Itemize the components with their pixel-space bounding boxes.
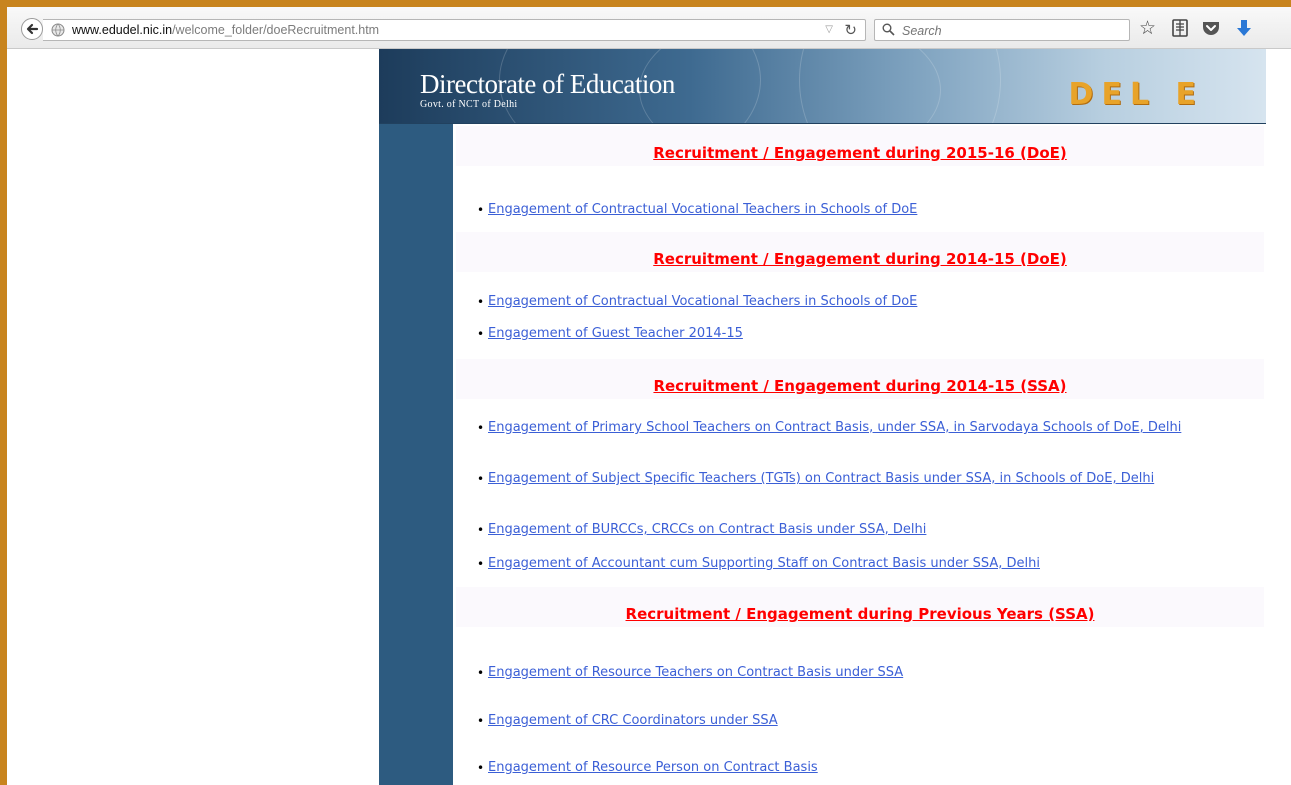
url-text[interactable]: www.edudel.nic.in/welcome_folder/doeRecr… — [72, 23, 379, 37]
bullet-icon: • — [477, 327, 485, 341]
page-content: Directorate of Education Govt. of NCT of… — [379, 49, 1266, 785]
left-sidebar — [379, 124, 453, 785]
reader-icon[interactable] — [1169, 17, 1191, 39]
window-frame-top — [0, 0, 1291, 7]
dropdown-icon[interactable]: ▽ — [825, 24, 833, 35]
star-icon[interactable]: ☆ — [1139, 17, 1161, 39]
recruitment-link[interactable]: Engagement of Primary School Teachers on… — [488, 420, 1267, 436]
section-heading: Recruitment / Engagement during 2014-15 … — [456, 232, 1264, 272]
list-item: • Engagement of Contractual Vocational T… — [477, 294, 1267, 310]
bullet-icon: • — [477, 761, 485, 775]
window-frame-left — [0, 0, 7, 785]
header-banner: Directorate of Education Govt. of NCT of… — [379, 49, 1266, 124]
bullet-icon: • — [477, 523, 485, 537]
list-item: • Engagement of Subject Specific Teacher… — [477, 471, 1267, 487]
site-subtitle: Govt. of NCT of Delhi — [420, 99, 518, 110]
back-button[interactable] — [21, 18, 43, 40]
list-item: • Engagement of Resource Teachers on Con… — [477, 665, 1267, 681]
pocket-icon[interactable] — [1200, 17, 1222, 39]
list-item: • Engagement of CRC Coordinators under S… — [477, 713, 1267, 729]
banner-decoration — [799, 49, 1001, 124]
bullet-icon: • — [477, 295, 485, 309]
section-heading: Recruitment / Engagement during Previous… — [456, 587, 1264, 627]
url-path: /welcome_folder/doeRecruitment.htm — [172, 23, 380, 37]
recruitment-list: Recruitment / Engagement during 2015-16 … — [453, 124, 1266, 785]
search-icon — [882, 23, 895, 36]
globe-icon[interactable] — [51, 23, 65, 37]
browser-toolbar: www.edudel.nic.in/welcome_folder/doeRecr… — [7, 7, 1291, 49]
section-heading: Recruitment / Engagement during 2014-15 … — [456, 359, 1264, 399]
reload-icon[interactable]: ↻ — [844, 21, 857, 39]
section-heading-link[interactable]: Recruitment / Engagement during 2015-16 … — [456, 144, 1264, 162]
list-item: • Engagement of Primary School Teachers … — [477, 420, 1267, 436]
recruitment-link[interactable]: Engagement of Contractual Vocational Tea… — [488, 294, 1267, 310]
url-bar[interactable]: www.edudel.nic.in/welcome_folder/doeRecr… — [43, 19, 866, 41]
list-item: • Engagement of Resource Person on Contr… — [477, 760, 1267, 776]
bullet-icon: • — [477, 714, 485, 728]
list-item: • Engagement of Contractual Vocational T… — [477, 202, 1267, 218]
bullet-icon: • — [477, 421, 485, 435]
site-title: Directorate of Education — [420, 69, 675, 99]
download-icon[interactable] — [1233, 17, 1255, 39]
recruitment-link[interactable]: Engagement of BURCCs, CRCCs on Contract … — [488, 522, 1267, 538]
section-heading-link[interactable]: Recruitment / Engagement during 2014-15 … — [456, 377, 1264, 395]
search-bar[interactable] — [874, 19, 1130, 41]
recruitment-link[interactable]: Engagement of Resource Teachers on Contr… — [488, 665, 1267, 681]
recruitment-link[interactable]: Engagement of Subject Specific Teachers … — [488, 471, 1267, 487]
url-domain: www.edudel.nic.in — [72, 23, 173, 37]
back-icon — [26, 23, 39, 35]
bullet-icon: • — [477, 472, 485, 486]
section-heading-link[interactable]: Recruitment / Engagement during Previous… — [456, 605, 1264, 623]
section-heading: Recruitment / Engagement during 2015-16 … — [456, 126, 1264, 166]
recruitment-link[interactable]: Engagement of Contractual Vocational Tea… — [488, 202, 1267, 218]
section-heading-link[interactable]: Recruitment / Engagement during 2014-15 … — [456, 250, 1264, 268]
bullet-icon: • — [477, 666, 485, 680]
recruitment-link[interactable]: Engagement of Accountant cum Supporting … — [488, 556, 1267, 572]
list-item: • Engagement of Accountant cum Supportin… — [477, 556, 1267, 572]
bullet-icon: • — [477, 557, 485, 571]
recruitment-link[interactable]: Engagement of Resource Person on Contrac… — [488, 760, 1267, 776]
bullet-icon: • — [477, 203, 485, 217]
recruitment-link[interactable]: Engagement of CRC Coordinators under SSA — [488, 713, 1267, 729]
list-item: • Engagement of BURCCs, CRCCs on Contrac… — [477, 522, 1267, 538]
recruitment-link[interactable]: Engagement of Guest Teacher 2014-15 — [488, 326, 1267, 342]
list-item: • Engagement of Guest Teacher 2014-15 — [477, 326, 1267, 342]
dele-logo: DEL E — [1068, 77, 1204, 112]
search-input[interactable] — [900, 22, 1124, 40]
